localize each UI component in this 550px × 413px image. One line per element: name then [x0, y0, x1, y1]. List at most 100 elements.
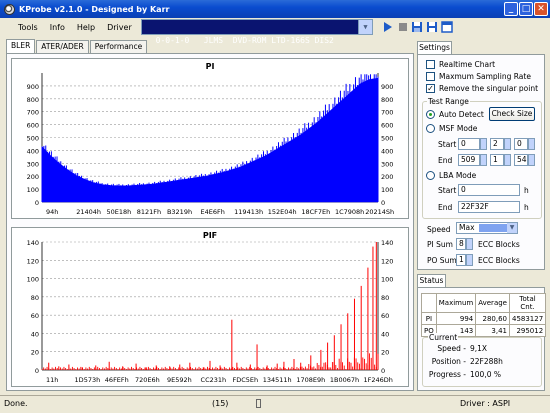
lba-end-label: End — [438, 203, 453, 212]
msf-mode-radio[interactable] — [426, 124, 435, 133]
x-tick-label: 1D573h — [75, 376, 101, 384]
speed-select[interactable]: Max ▼ — [456, 222, 518, 234]
realtime-chart-option[interactable]: Realtime Chart — [426, 60, 495, 69]
tab-status[interactable]: Status — [417, 274, 446, 287]
save-icon[interactable] — [411, 21, 423, 33]
x-tick-label: 9E592h — [167, 376, 192, 384]
lba-start-field[interactable]: 0 — [458, 184, 520, 196]
y-tick-label-right: 200 — [381, 173, 393, 181]
max-sampling-option[interactable]: Maxmum Sampling Rate — [426, 72, 531, 81]
remove-singular-option[interactable]: ✓ Remove the singular point — [426, 84, 538, 93]
y-tick-label-left: 140 — [27, 239, 39, 247]
y-tick-label-right: 900 — [381, 83, 393, 91]
msf-end-sec-field[interactable]: 1 — [490, 154, 504, 166]
menu-driver[interactable]: Driver — [101, 23, 138, 32]
minimize-icon[interactable]: _ — [504, 2, 518, 16]
y-tick-label-right: 600 — [381, 122, 393, 130]
header-total: Total Cnt. — [508, 293, 547, 313]
po-sum-field[interactable]: 1 — [456, 254, 466, 266]
current-position-value: 22F288h — [470, 357, 503, 366]
close-icon[interactable]: ✕ — [534, 2, 548, 16]
auto-detect-radio[interactable] — [426, 110, 435, 119]
msf-start-frame-field[interactable]: 0 — [514, 138, 528, 150]
x-tick-label: 1B0067h — [330, 376, 359, 384]
status-indicator-icon — [256, 399, 261, 408]
status-text: Done. — [4, 399, 28, 408]
realtime-chart-checkbox[interactable] — [426, 60, 435, 69]
msf-start-sec-spinner[interactable] — [504, 138, 511, 150]
stop-icon[interactable] — [397, 21, 409, 33]
msf-start-sec-field[interactable]: 2 — [490, 138, 504, 150]
lba-end-unit: h — [524, 203, 529, 212]
chart-title: PI — [206, 62, 215, 71]
y-tick-label-right: 60 — [381, 312, 389, 320]
y-tick-label-left: 100 — [27, 276, 39, 284]
play-icon[interactable] — [382, 21, 394, 33]
y-tick-label-right: 300 — [381, 160, 393, 168]
auto-detect-option[interactable]: Auto Detect — [426, 110, 484, 119]
menu-help[interactable]: Help — [71, 23, 101, 32]
x-tick-label: 11h — [46, 376, 58, 384]
y-tick-label-left: 300 — [27, 160, 39, 168]
pi-sum-spinner[interactable] — [466, 238, 473, 250]
lba-end-field[interactable]: 22F32F — [458, 201, 520, 213]
max-sampling-checkbox[interactable] — [426, 72, 435, 81]
lba-start-unit: h — [524, 186, 529, 195]
menu-info[interactable]: Info — [44, 23, 71, 32]
y-tick-label-left: 0 — [35, 367, 39, 375]
status-driver: Driver : ASPI — [460, 399, 511, 408]
x-tick-label: 20214Sh — [365, 208, 394, 216]
lba-mode-label: LBA Mode — [439, 171, 477, 180]
remove-singular-checkbox[interactable]: ✓ — [426, 84, 435, 93]
msf-end-frame-field[interactable]: 54 — [514, 154, 528, 166]
menu-tools[interactable]: Tools — [0, 23, 44, 32]
check-size-button[interactable]: Check Size — [489, 107, 535, 121]
lba-mode-option[interactable]: LBA Mode — [426, 171, 476, 180]
tab-performance[interactable]: Performance — [89, 40, 148, 53]
pi-sum-unit: ECC Blocks — [478, 240, 520, 249]
msf-mode-option[interactable]: MSF Mode — [426, 124, 477, 133]
po-sum-spinner[interactable] — [466, 254, 473, 266]
msf-end-min-spinner[interactable] — [480, 154, 487, 166]
y-tick-label-right: 20 — [381, 349, 389, 357]
x-tick-label: 1F246Dh — [364, 376, 393, 384]
status-count: (15) — [212, 399, 229, 408]
speed-select-highlight — [479, 224, 509, 232]
msf-end-label: End — [438, 156, 453, 165]
pi-sum-field[interactable]: 8 — [456, 238, 466, 250]
y-tick-label-left: 120 — [27, 257, 39, 265]
remove-singular-label: Remove the singular point — [439, 84, 539, 93]
chart-title: PIF — [203, 231, 217, 240]
tab-bler[interactable]: BLER — [6, 39, 36, 53]
window-controls: _ □ ✕ — [504, 2, 548, 16]
x-tick-label: 50E18h — [106, 208, 131, 216]
tab-settings[interactable]: Settings — [417, 41, 452, 54]
y-tick-label-right: 40 — [381, 330, 389, 338]
tab-ater-ader[interactable]: ATER/ADER — [36, 40, 89, 53]
msf-end-frame-spinner[interactable] — [528, 154, 535, 166]
speed-chevron-down-icon[interactable]: ▼ — [507, 223, 517, 233]
chevron-down-icon[interactable]: ▼ — [358, 20, 372, 34]
status-bar: Done. (15) Driver : ASPI — [0, 395, 550, 413]
msf-start-frame-spinner[interactable] — [528, 138, 535, 150]
msf-end-sec-spinner[interactable] — [504, 154, 511, 166]
msf-start-min-field[interactable]: 0 — [458, 138, 480, 150]
msf-start-label: Start — [438, 140, 457, 149]
save-as-icon[interactable] — [426, 21, 438, 33]
pi-sum-label: PI Sum — [427, 240, 453, 249]
status-corner-cell — [421, 293, 437, 313]
msf-start-min-spinner[interactable] — [480, 138, 487, 150]
y-tick-label-right: 120 — [381, 257, 393, 265]
po-total: 295012 — [508, 324, 547, 337]
drive-select[interactable]: 0-0-1-0 JLMS DVD-ROM LTD-166S DIS2 ▼ — [141, 19, 373, 45]
y-tick-label-right: 0 — [381, 367, 385, 375]
lba-mode-radio[interactable] — [426, 171, 435, 180]
x-tick-label: 18CF7Eh — [301, 208, 330, 216]
window-icon[interactable] — [441, 21, 453, 33]
msf-end-min-field[interactable]: 509 — [458, 154, 480, 166]
maximize-icon[interactable]: □ — [519, 2, 533, 16]
x-tick-label: CC231h — [201, 376, 227, 384]
pi-avg: 280,60 — [475, 312, 510, 325]
x-tick-label: 8121Fh — [137, 208, 161, 216]
x-tick-label: 152E04h — [268, 208, 297, 216]
